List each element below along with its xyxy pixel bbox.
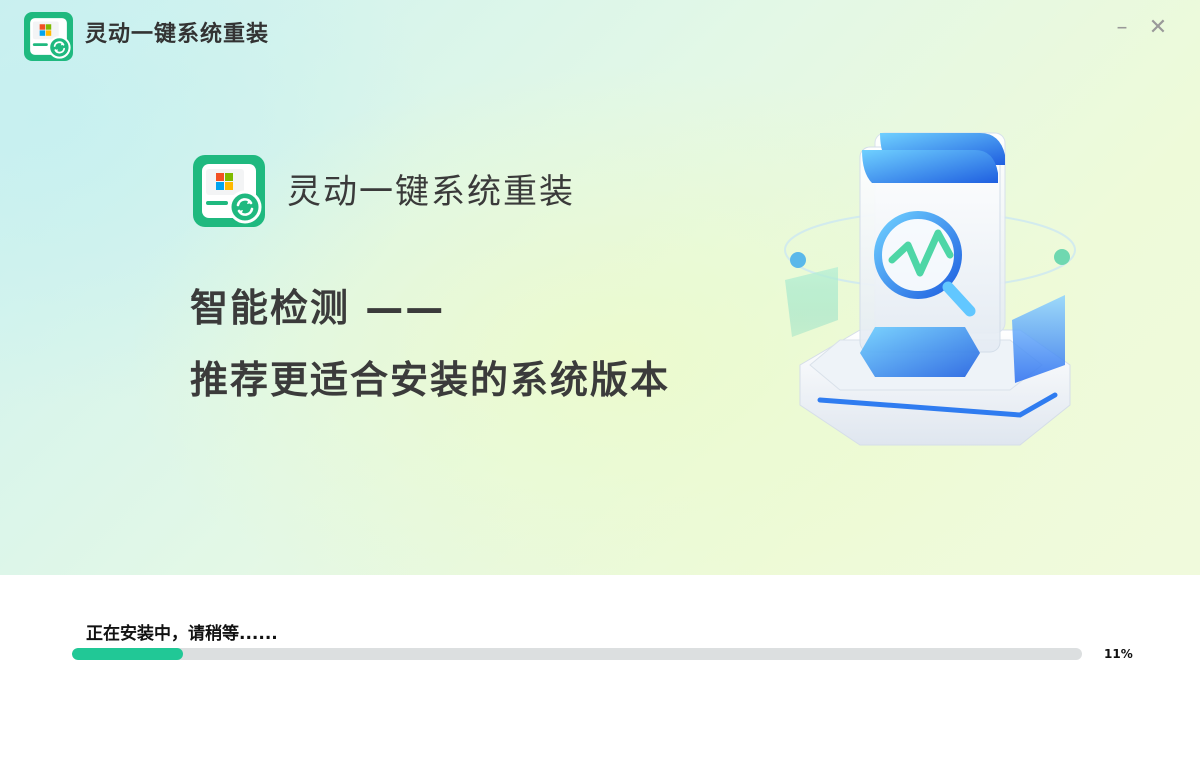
window-title: 灵动一键系统重装 [85, 22, 270, 47]
headline-secondary: 推荐更适合安装的系统版本 [190, 358, 671, 402]
install-progress-percent: 11% [1104, 647, 1133, 661]
close-button[interactable]: ✕ [1144, 14, 1172, 42]
install-status-text: 正在安装中，请稍等...... [86, 624, 278, 644]
hero-banner: 灵动一键系统重装 – ✕ 灵动一键系统重装 智能检测 —— 推荐更适合安装的系统… [0, 0, 1200, 575]
install-progress-fill [72, 648, 184, 660]
hero-brand-name: 灵动一键系统重装 [287, 172, 575, 212]
app-logo-icon [24, 12, 73, 61]
install-progress-bar [72, 648, 1082, 660]
title-bar[interactable]: 灵动一键系统重装 – ✕ [0, 0, 1200, 70]
headline-primary: 智能检测 —— [190, 286, 446, 330]
app-logo-large-icon [193, 155, 265, 227]
installer-window: 灵动一键系统重装 – ✕ 灵动一键系统重装 智能检测 —— 推荐更适合安装的系统… [0, 0, 1200, 780]
minimize-button[interactable]: – [1108, 14, 1136, 42]
system-detection-illustration [784, 132, 1076, 446]
